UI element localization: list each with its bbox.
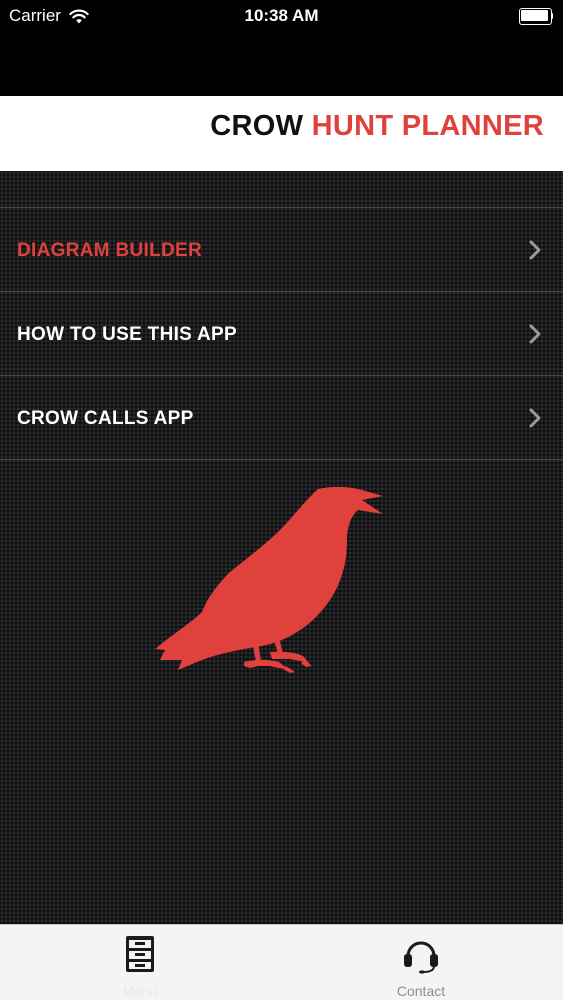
- menu-item-diagram-builder[interactable]: DIAGRAM BUILDER: [0, 208, 563, 292]
- main-content: DIAGRAM BUILDER HOW TO USE THIS APP CROW…: [0, 171, 563, 924]
- chevron-right-icon: [529, 408, 541, 428]
- menu-list: DIAGRAM BUILDER HOW TO USE THIS APP CROW…: [0, 208, 563, 460]
- battery-icon: [519, 8, 553, 25]
- battery-cap: [551, 13, 553, 19]
- menu-item-label: DIAGRAM BUILDER: [17, 240, 202, 261]
- menu-item-how-to-use[interactable]: HOW TO USE THIS APP: [0, 292, 563, 376]
- status-right: [519, 8, 553, 25]
- menu-item-label: HOW TO USE THIS APP: [17, 324, 237, 345]
- tab-label: Menu: [122, 983, 158, 999]
- status-bar: Carrier 10:38 AM: [0, 0, 563, 32]
- crow-icon: [155, 486, 383, 673]
- headset-icon: [401, 934, 441, 974]
- tab-bar: Menu Contact: [0, 924, 563, 1000]
- app-title: CROW HUNT PLANNER: [210, 110, 544, 143]
- battery-fill: [521, 10, 548, 21]
- chevron-right-icon: [529, 324, 541, 344]
- app-title-part2: HUNT PLANNER: [311, 110, 544, 142]
- tab-contact[interactable]: Contact: [361, 925, 481, 1000]
- tab-label: Contact: [396, 983, 446, 999]
- app-screen: Carrier 10:38 AM CROW HUNT PLANNER DIAGR…: [0, 0, 563, 1000]
- menu-item-label: CROW CALLS APP: [17, 408, 194, 429]
- filing-cabinet-icon: [120, 934, 160, 974]
- app-title-part1: CROW: [210, 110, 312, 142]
- menu-item-crow-calls-app[interactable]: CROW CALLS APP: [0, 376, 563, 460]
- tab-menu[interactable]: Menu: [80, 925, 200, 1000]
- title-header: CROW HUNT PLANNER: [0, 96, 563, 171]
- chevron-right-icon: [529, 240, 541, 260]
- status-time: 10:38 AM: [244, 6, 319, 25]
